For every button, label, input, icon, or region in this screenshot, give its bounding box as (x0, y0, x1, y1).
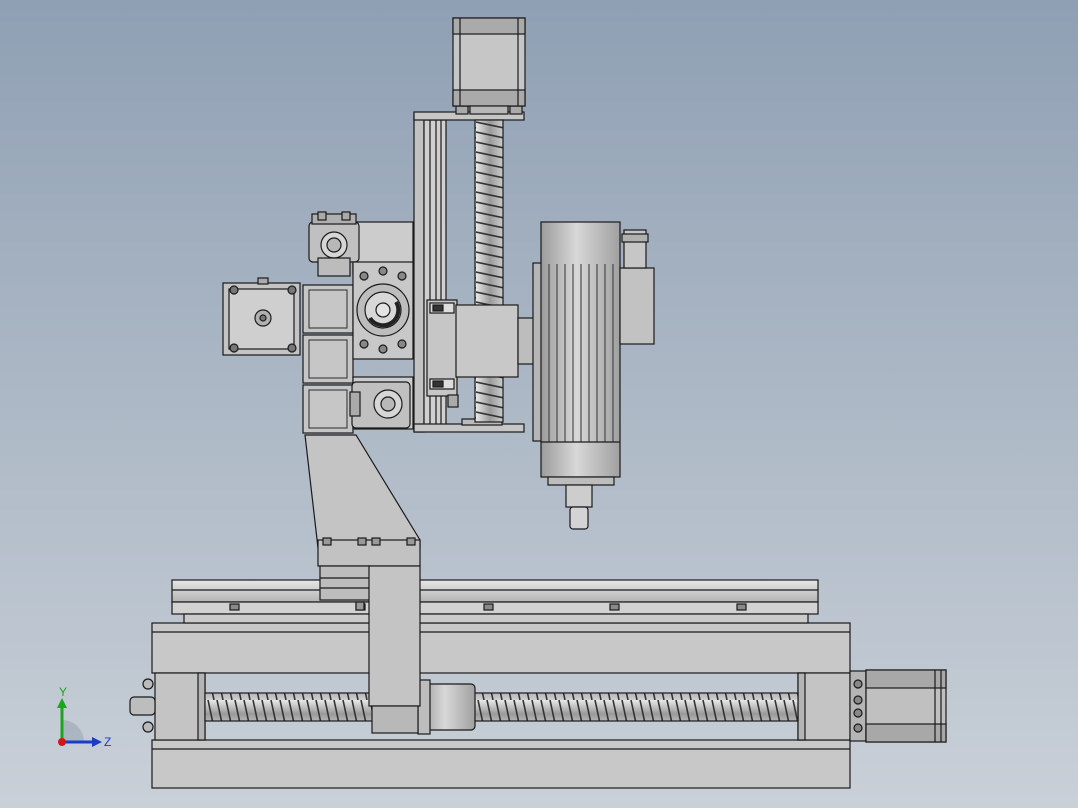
cad-model-viewport[interactable] (0, 0, 1078, 808)
rail-carriage (319, 565, 371, 601)
z-stepper-motor[interactable] (452, 17, 526, 115)
bearing-housing[interactable] (352, 261, 414, 360)
gantry-column[interactable] (304, 434, 421, 734)
x-stepper-motor[interactable] (849, 669, 947, 743)
rail-bolt (483, 603, 494, 611)
rail-bolt (736, 603, 747, 611)
x-ball-screw[interactable] (204, 679, 799, 735)
x-axis-dot (58, 738, 66, 746)
upper-pillow-block[interactable] (308, 211, 360, 277)
spindle-terminal-box (619, 267, 655, 345)
y-stepper-motor[interactable] (222, 277, 301, 356)
z-axis-label: Z (104, 735, 111, 749)
rail-bolt (609, 603, 620, 611)
x-linear-rail[interactable] (171, 579, 819, 624)
base-right-end-block (797, 672, 851, 741)
base-bottom-plate (151, 739, 851, 789)
spindle-motor[interactable] (532, 221, 655, 530)
base-top-plate (151, 622, 851, 674)
rail-bolt (229, 603, 240, 611)
coordinate-triad: Y Z (57, 685, 111, 749)
lower-pillow-block[interactable] (349, 381, 411, 429)
y-axis-label: Y (59, 685, 67, 699)
base-bearing-stub (129, 696, 156, 716)
